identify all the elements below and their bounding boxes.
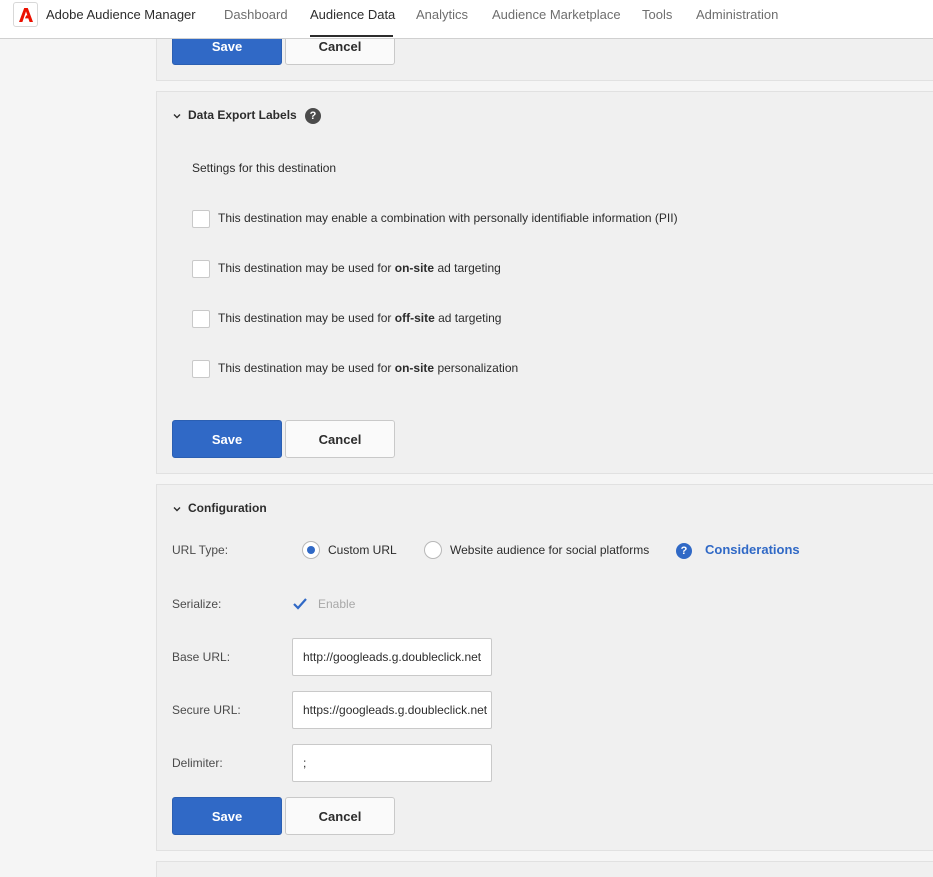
chevron-down-icon[interactable]	[172, 504, 182, 514]
considerations-link[interactable]: Considerations	[705, 542, 800, 557]
delimiter-input[interactable]: ;	[292, 744, 492, 782]
help-icon[interactable]: ?	[676, 543, 692, 559]
configuration-title[interactable]: Configuration	[188, 501, 267, 515]
base-url-label: Base URL:	[172, 650, 231, 664]
active-nav-indicator	[310, 35, 393, 37]
nav-item-analytics[interactable]: Analytics	[416, 7, 468, 22]
nav-item-tools[interactable]: Tools	[642, 7, 672, 22]
onsite-personalization-label: This destination may be used for on-site…	[218, 361, 519, 375]
data-export-labels-card	[156, 91, 933, 474]
save-button-configuration[interactable]: Save	[172, 797, 282, 835]
serialize-enable-label: Enable	[318, 597, 356, 611]
next-section-card	[156, 861, 933, 877]
onsite-ad-targeting-label: This destination may be used for on-site…	[218, 261, 501, 275]
checkmark-icon[interactable]	[292, 596, 308, 612]
cancel-button-configuration[interactable]: Cancel	[285, 797, 395, 835]
website-audience-label[interactable]: Website audience for social platforms	[450, 543, 649, 557]
chevron-down-icon[interactable]	[172, 111, 182, 121]
offsite-ad-targeting-checkbox[interactable]	[192, 310, 210, 328]
custom-url-radio[interactable]	[302, 541, 320, 559]
save-button-data-export[interactable]: Save	[172, 420, 282, 458]
onsite-personalization-checkbox[interactable]	[192, 360, 210, 378]
data-export-labels-title[interactable]: Data Export Labels	[188, 108, 297, 122]
secure-url-label: Secure URL:	[172, 703, 241, 717]
adobe-icon	[19, 8, 33, 22]
configuration-card	[156, 484, 933, 851]
top-navigation: Adobe Audience Manager Dashboard Audienc…	[0, 0, 933, 39]
adobe-logo[interactable]	[13, 2, 38, 27]
delimiter-label: Delimiter:	[172, 756, 223, 770]
nav-item-audience-marketplace[interactable]: Audience Marketplace	[492, 7, 621, 22]
secure-url-input[interactable]: https://googleads.g.doubleclick.net	[292, 691, 492, 729]
cancel-button-data-export[interactable]: Cancel	[285, 420, 395, 458]
offsite-ad-targeting-label: This destination may be used for off-sit…	[218, 311, 502, 325]
settings-description: Settings for this destination	[192, 161, 337, 175]
serialize-label: Serialize:	[172, 597, 222, 611]
help-icon[interactable]: ?	[305, 108, 321, 124]
nav-item-administration[interactable]: Administration	[696, 7, 778, 22]
nav-item-dashboard[interactable]: Dashboard	[224, 7, 288, 22]
website-audience-radio[interactable]	[424, 541, 442, 559]
base-url-input[interactable]: http://googleads.g.doubleclick.net	[292, 638, 492, 676]
app-title[interactable]: Adobe Audience Manager	[46, 7, 196, 22]
pii-checkbox[interactable]	[192, 210, 210, 228]
pii-checkbox-label: This destination may enable a combinatio…	[218, 211, 678, 225]
custom-url-label[interactable]: Custom URL	[328, 543, 397, 557]
nav-item-audience-data[interactable]: Audience Data	[310, 7, 395, 22]
onsite-ad-targeting-checkbox[interactable]	[192, 260, 210, 278]
url-type-label: URL Type:	[172, 543, 229, 557]
